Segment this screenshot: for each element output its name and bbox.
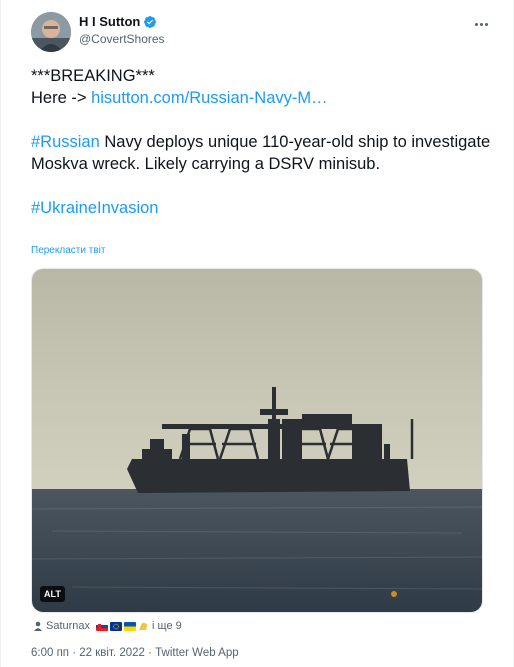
more-options-icon[interactable] (471, 16, 491, 32)
author-display-name[interactable]: H I Sutton (79, 14, 140, 29)
avatar[interactable] (31, 12, 71, 52)
translate-tweet-link[interactable]: Перекласти твіт (31, 245, 105, 256)
here-prefix: Here -> (31, 89, 92, 107)
ukraine-flag-icon (124, 621, 137, 631)
tweet-card: H I Sutton @CovertShores ***BREAKING*** … (0, 0, 514, 667)
flag-emojis (96, 621, 149, 631)
author-handle[interactable]: @CovertShores (79, 32, 165, 46)
article-link[interactable]: hisutton.com/Russian-Navy-M… (91, 89, 328, 107)
alt-text-badge[interactable]: ALT (40, 586, 65, 602)
tweet-photo[interactable]: ALT (31, 268, 483, 613)
author-names: H I Sutton @CovertShores (79, 14, 165, 46)
slovakia-flag-icon (96, 621, 109, 631)
others-count[interactable]: і ще 9 (152, 620, 182, 632)
tagged-people[interactable]: Saturnax і ще 9 (33, 620, 182, 632)
breaking-line: ***BREAKING*** (31, 67, 155, 85)
tweet-timestamp[interactable]: 6:00 пп · 22 квіт. 2022 · Twitter Web Ap… (31, 647, 239, 659)
eu-flag-icon (110, 621, 123, 631)
hashtag-line: #UkraineInvasion (31, 197, 491, 219)
here-line: Here -> hisutton.com/Russian-Navy-M… (31, 87, 491, 109)
body-paragraph: #Russian Navy deploys unique 110-year-ol… (31, 131, 491, 175)
tweet-header: H I Sutton @CovertShores (31, 12, 499, 52)
tagged-user-name[interactable]: Saturnax (46, 620, 90, 632)
person-tag-icon (33, 621, 43, 631)
hashtag-ukraine-invasion[interactable]: #UkraineInvasion (31, 199, 159, 217)
verified-badge-icon (143, 15, 157, 29)
ship-photo-image (32, 269, 482, 612)
flexed-biceps-icon (138, 621, 149, 631)
tweet-text: ***BREAKING*** Here -> hisutton.com/Russ… (31, 65, 491, 219)
hashtag-russian[interactable]: #Russian (31, 133, 100, 151)
body-text: Navy deploys unique 110-year-old ship to… (31, 133, 491, 173)
